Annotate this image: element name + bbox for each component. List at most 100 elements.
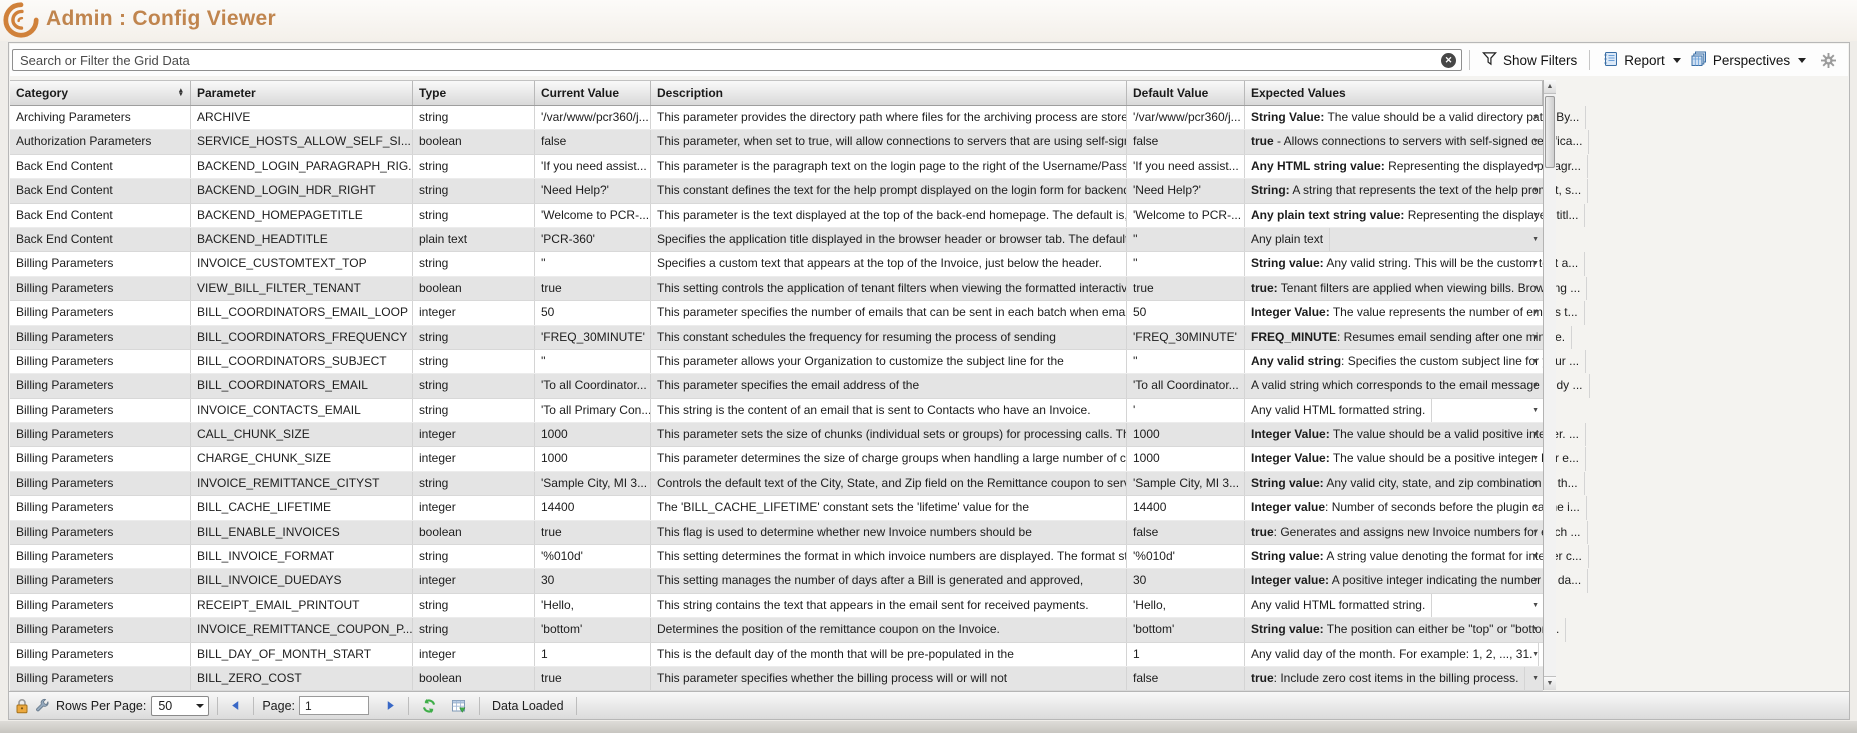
table-row[interactable]: Billing Parameters RECEIPT_EMAIL_PRINTOU…: [10, 594, 1543, 618]
row-menu-icon[interactable]: ▼: [1532, 236, 1539, 244]
table-row[interactable]: Billing Parameters BILL_COORDINATORS_EMA…: [10, 374, 1543, 398]
table-row[interactable]: Authorization Parameters SERVICE_HOSTS_A…: [10, 130, 1543, 154]
table-row[interactable]: Billing Parameters BILL_DAY_OF_MONTH_STA…: [10, 643, 1543, 667]
rows-per-page-select[interactable]: 50: [151, 696, 209, 716]
column-header-parameter[interactable]: Parameter: [191, 81, 413, 105]
export-grid-icon[interactable]: [447, 698, 471, 714]
cell-description: This parameter sets the size of chunks (…: [651, 423, 1127, 446]
cell-parameter: INVOICE_REMITTANCE_CITYST: [191, 472, 413, 495]
cell-category: Billing Parameters: [10, 252, 191, 275]
row-menu-icon[interactable]: ▼: [1532, 285, 1539, 293]
table-row[interactable]: Billing Parameters BILL_INVOICE_FORMAT s…: [10, 545, 1543, 569]
cell-description: The 'BILL_CACHE_LIFETIME' constant sets …: [651, 496, 1127, 519]
search-input[interactable]: [12, 49, 1462, 71]
table-row[interactable]: Billing Parameters INVOICE_CONTACTS_EMAI…: [10, 399, 1543, 423]
cell-current-value: 30: [535, 569, 651, 592]
show-filters-label: Show Filters: [1503, 53, 1577, 68]
column-header-default-value[interactable]: Default Value: [1127, 81, 1245, 105]
row-menu-icon[interactable]: ▼: [1532, 480, 1539, 488]
cell-description: This parameter determines the size of ch…: [651, 447, 1127, 470]
table-row[interactable]: Back End Content BACKEND_LOGIN_HDR_RIGHT…: [10, 179, 1543, 203]
lock-icon[interactable]: [15, 698, 29, 714]
table-row[interactable]: Billing Parameters BILL_INVOICE_DUEDAYS …: [10, 569, 1543, 593]
table-row[interactable]: Billing Parameters BILL_COORDINATORS_FRE…: [10, 326, 1543, 350]
chevron-down-icon: [1798, 58, 1806, 63]
row-menu-icon[interactable]: ▼: [1532, 431, 1539, 439]
row-menu-icon[interactable]: ▼: [1532, 455, 1539, 463]
wrench-icon[interactable]: [35, 698, 50, 713]
scroll-up-icon[interactable]: ▲: [1544, 80, 1556, 94]
cell-category: Authorization Parameters: [10, 130, 191, 153]
cell-type: string: [413, 472, 535, 495]
cell-default-value: '': [1127, 228, 1245, 251]
cell-category: Billing Parameters: [10, 350, 191, 373]
column-header-expected-values[interactable]: Expected Values: [1245, 81, 1543, 105]
row-menu-icon[interactable]: ▼: [1532, 309, 1539, 317]
perspectives-button[interactable]: Perspectives: [1686, 51, 1811, 70]
column-header-type[interactable]: Type: [413, 81, 535, 105]
table-row[interactable]: Back End Content BACKEND_HOMEPAGETITLE s…: [10, 204, 1543, 228]
grid-footer: Rows Per Page: 50 Page:: [9, 691, 1849, 719]
scrollbar-thumb[interactable]: [1545, 96, 1555, 168]
cell-type: string: [413, 399, 535, 422]
table-row[interactable]: Billing Parameters INVOICE_REMITTANCE_CI…: [10, 472, 1543, 496]
row-menu-icon[interactable]: ▼: [1532, 626, 1539, 634]
previous-page-button[interactable]: [226, 700, 245, 711]
scroll-down-icon[interactable]: ▼: [1544, 676, 1556, 690]
row-menu-icon[interactable]: ▼: [1532, 358, 1539, 366]
page-number-input[interactable]: [299, 696, 369, 715]
row-menu-icon[interactable]: ▼: [1532, 577, 1539, 585]
cell-default-value: 'To all Coordinator...: [1127, 374, 1245, 397]
refresh-icon[interactable]: [417, 698, 441, 714]
table-row[interactable]: Back End Content BACKEND_HEADTITLE plain…: [10, 228, 1543, 252]
clear-search-icon[interactable]: ✕: [1441, 53, 1456, 68]
column-header-category[interactable]: Category ▲▼: [10, 81, 191, 105]
gear-icon[interactable]: [1821, 53, 1836, 68]
table-row[interactable]: Billing Parameters BILL_ZERO_COST boolea…: [10, 667, 1543, 691]
vertical-scrollbar[interactable]: ▲ ▼: [1543, 80, 1556, 690]
next-page-button[interactable]: [381, 700, 400, 711]
table-row[interactable]: Billing Parameters BILL_COORDINATORS_EMA…: [10, 301, 1543, 325]
table-row[interactable]: Billing Parameters INVOICE_CUSTOMTEXT_TO…: [10, 252, 1543, 276]
row-menu-icon[interactable]: ▼: [1532, 187, 1539, 195]
row-menu-icon[interactable]: ▼: [1532, 163, 1539, 171]
table-row[interactable]: Billing Parameters CHARGE_CHUNK_SIZE int…: [10, 447, 1543, 471]
row-menu-icon[interactable]: ▼: [1532, 529, 1539, 537]
row-menu-icon[interactable]: ▼: [1532, 504, 1539, 512]
cell-parameter: RECEIPT_EMAIL_PRINTOUT: [191, 594, 413, 617]
table-row[interactable]: Billing Parameters CALL_CHUNK_SIZE integ…: [10, 423, 1543, 447]
row-menu-icon[interactable]: ▼: [1532, 553, 1539, 561]
row-menu-icon[interactable]: ▼: [1532, 602, 1539, 610]
cell-type: string: [413, 374, 535, 397]
cell-type: integer: [413, 643, 535, 666]
column-header-description[interactable]: Description: [651, 81, 1127, 105]
row-menu-icon[interactable]: ▼: [1532, 382, 1539, 390]
table-row[interactable]: Archiving Parameters ARCHIVE string '/va…: [10, 106, 1543, 130]
toolbar-separator: [1469, 50, 1470, 70]
cell-parameter: BACKEND_HEADTITLE: [191, 228, 413, 251]
row-menu-icon[interactable]: ▼: [1532, 407, 1539, 415]
cell-current-value: 'To all Primary Con...: [535, 399, 651, 422]
row-menu-icon[interactable]: ▼: [1532, 651, 1539, 659]
perspectives-label: Perspectives: [1713, 53, 1790, 68]
row-menu-icon[interactable]: ▼: [1532, 212, 1539, 220]
report-button[interactable]: Report: [1597, 51, 1686, 70]
row-menu-icon[interactable]: ▼: [1532, 675, 1539, 683]
grid-toolbar: ✕ Show Filters Report: [10, 44, 1848, 76]
table-row[interactable]: Back End Content BACKEND_LOGIN_PARAGRAPH…: [10, 155, 1543, 179]
row-menu-icon[interactable]: ▼: [1532, 334, 1539, 342]
table-row[interactable]: Billing Parameters BILL_COORDINATORS_SUB…: [10, 350, 1543, 374]
show-filters-button[interactable]: Show Filters: [1477, 51, 1582, 69]
column-header-current-value[interactable]: Current Value: [535, 81, 651, 105]
table-row[interactable]: Billing Parameters VIEW_BILL_FILTER_TENA…: [10, 277, 1543, 301]
row-menu-icon[interactable]: ▼: [1532, 260, 1539, 268]
grid: Category ▲▼ Parameter Type Current Value…: [10, 80, 1556, 690]
cell-current-value: 'Sample City, MI 3...: [535, 472, 651, 495]
table-row[interactable]: Billing Parameters BILL_ENABLE_INVOICES …: [10, 521, 1543, 545]
cell-default-value: 50: [1127, 301, 1245, 324]
row-menu-icon[interactable]: ▼: [1532, 138, 1539, 146]
table-row[interactable]: Billing Parameters BILL_CACHE_LIFETIME i…: [10, 496, 1543, 520]
row-menu-icon[interactable]: ▼: [1532, 114, 1539, 122]
cell-parameter: SERVICE_HOSTS_ALLOW_SELF_SI...: [191, 130, 413, 153]
table-row[interactable]: Billing Parameters INVOICE_REMITTANCE_CO…: [10, 618, 1543, 642]
